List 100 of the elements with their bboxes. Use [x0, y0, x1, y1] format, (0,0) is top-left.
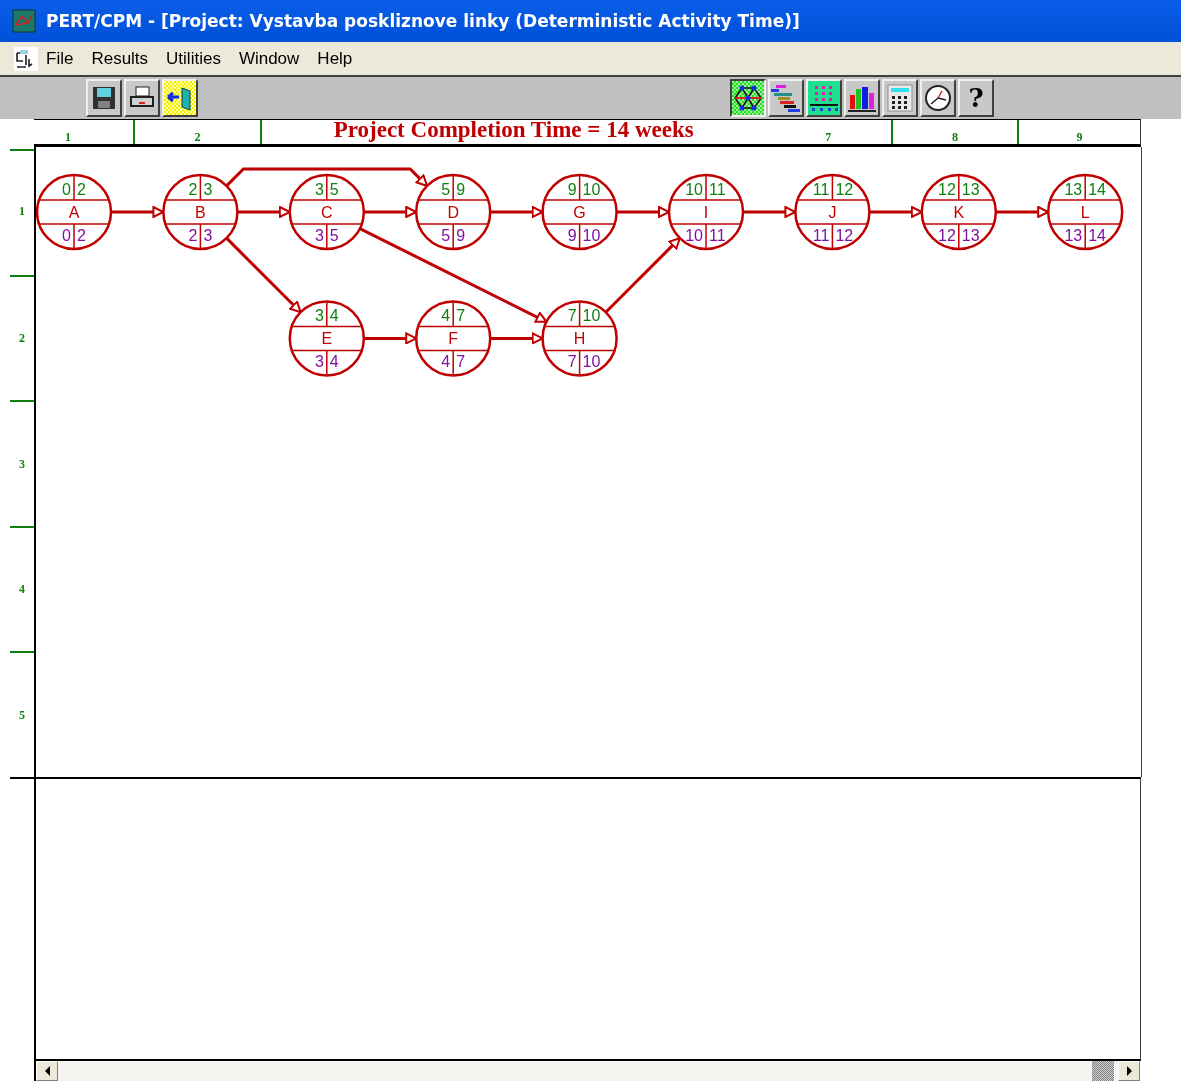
column-number: 7: [825, 130, 832, 144]
column-number: 2: [194, 130, 201, 144]
dependency-arrow: [363, 332, 418, 345]
activity-label: D: [447, 204, 459, 221]
latest-start: 13: [1064, 227, 1083, 244]
latest-finish: 13: [961, 227, 980, 244]
earliest-finish: 12: [835, 181, 854, 198]
activity-node[interactable]: 0 2 A 0 2: [36, 173, 113, 251]
row-number: 1: [19, 204, 25, 220]
scroll-right-button[interactable]: [1118, 1061, 1140, 1081]
latest-start: 11: [812, 227, 830, 244]
earliest-start: 0: [62, 181, 71, 198]
earliest-finish: 3: [203, 181, 213, 198]
latest-start: 7: [567, 353, 577, 371]
horizontal-scrollbar[interactable]: [34, 1061, 1140, 1081]
earliest-start: 10: [685, 181, 703, 198]
earliest-start: 12: [938, 181, 956, 198]
network-diagram-icon: [732, 83, 764, 113]
menu-item[interactable]: Help: [317, 48, 353, 69]
activity-node[interactable]: 2 3 B 2 3: [162, 173, 239, 251]
earliest-start: 2: [188, 181, 198, 198]
latest-start: 9: [567, 227, 577, 244]
activity-label: K: [953, 204, 965, 221]
dependency-arrow: [490, 332, 544, 345]
earliest-start: 11: [812, 181, 830, 198]
activity-node[interactable]: 9 10 G 9 10: [541, 173, 618, 251]
latest-finish: 3: [203, 227, 213, 244]
latest-finish: 2: [77, 227, 86, 244]
dot-grid-icon: [808, 83, 840, 113]
row-number: 4: [19, 582, 25, 598]
earliest-finish: 5: [329, 181, 339, 198]
activity-label: C: [321, 204, 333, 221]
dependency-arrow: [743, 206, 797, 218]
latest-finish: 10: [582, 353, 601, 371]
earliest-start: 5: [441, 181, 451, 198]
activity-label: B: [195, 204, 206, 221]
dependency-arrow: [363, 206, 418, 218]
activity-node[interactable]: 4 7 F 4 7: [414, 300, 492, 377]
network-icon: [12, 9, 36, 33]
dependency-arrow: [237, 206, 291, 218]
activity-label: E: [321, 330, 333, 348]
latest-start: 12: [938, 227, 956, 244]
activity-node[interactable]: 13 14 L 13 14: [1046, 173, 1124, 251]
earliest-finish: 4: [329, 307, 339, 325]
earliest-start: 9: [567, 181, 577, 198]
calculator-view-button[interactable]: [882, 79, 918, 117]
help-button[interactable]: ?: [958, 79, 994, 117]
menu-item[interactable]: File: [46, 48, 74, 69]
latest-finish: 7: [456, 353, 466, 371]
gantt-chart-icon: [770, 83, 802, 113]
earliest-finish: 11: [709, 181, 726, 198]
save-button[interactable]: [86, 79, 122, 117]
earliest-start: 7: [567, 307, 577, 325]
bars-view-button[interactable]: [844, 79, 880, 117]
clock-icon: [922, 83, 954, 113]
completion-time-title: Project Completion Time = 14 weeks: [332, 117, 695, 143]
exit-button[interactable]: [162, 79, 198, 117]
row-number: 2: [19, 330, 25, 346]
activity-node[interactable]: 3 5 C 3 5: [288, 173, 366, 251]
activity-label: G: [573, 204, 586, 221]
activity-label: J: [828, 204, 837, 221]
earliest-start: 13: [1064, 181, 1083, 198]
column-number: 9: [1076, 130, 1083, 144]
scroll-thumb[interactable]: [1092, 1061, 1114, 1081]
latest-finish: 14: [1088, 227, 1106, 244]
latest-finish: 4: [329, 353, 339, 371]
earliest-finish: 2: [77, 181, 86, 198]
scroll-left-button[interactable]: [36, 1061, 58, 1081]
menu-item[interactable]: Utilities: [166, 48, 221, 69]
print-button[interactable]: [124, 79, 160, 117]
earliest-start: 4: [441, 307, 451, 325]
activity-node[interactable]: 11 12 J 11 12: [794, 173, 871, 251]
column-number: 1: [65, 130, 71, 144]
latest-start: 0: [62, 227, 71, 244]
gantt-view-button[interactable]: [768, 79, 804, 117]
earliest-start: 3: [314, 181, 324, 198]
earliest-finish: 7: [456, 307, 466, 325]
activity-node[interactable]: 12 13 K 12 13: [920, 173, 998, 251]
latest-finish: 9: [456, 227, 466, 244]
activity-node[interactable]: 5 9 D 5 9: [414, 173, 492, 251]
activity-node[interactable]: 7 10 H 7 10: [541, 300, 618, 377]
dependency-arrow: [995, 206, 1050, 218]
column-number: 8: [952, 130, 958, 144]
activity-label: F: [448, 330, 459, 348]
clock-view-button[interactable]: [920, 79, 956, 117]
latest-start: 10: [685, 227, 703, 244]
activity-node[interactable]: 3 4 E 3 4: [288, 300, 366, 377]
row-number: 5: [19, 707, 25, 723]
earliest-finish: 14: [1088, 181, 1106, 198]
activity-node[interactable]: 10 11 I 10 11: [667, 173, 745, 251]
menu-item[interactable]: Window: [238, 48, 300, 69]
latest-start: 3: [314, 227, 324, 244]
grid-view-button[interactable]: [806, 79, 842, 117]
dependency-arrow: [111, 206, 165, 218]
activity-label: A: [68, 204, 80, 221]
network-view-button[interactable]: [730, 79, 766, 117]
window-title: PERT/CPM - [Project: Vystavba poskliznove linky (Deterministic Activity Time)]: [46, 11, 800, 31]
menu-item[interactable]: Results: [91, 48, 149, 69]
latest-finish: 10: [582, 227, 601, 244]
earliest-finish: 10: [582, 181, 601, 198]
